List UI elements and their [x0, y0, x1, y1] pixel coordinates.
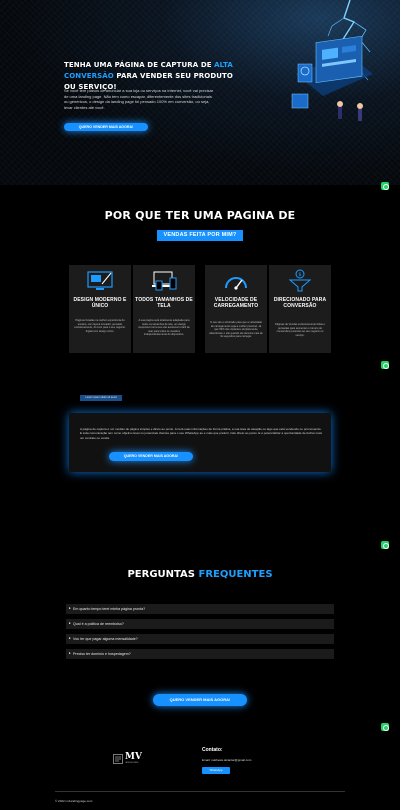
speedometer-icon — [225, 277, 247, 290]
whatsapp-float-icon[interactable] — [381, 541, 389, 549]
footer-divider — [55, 791, 345, 792]
why-title: Por que ter uma pagina de — [104, 209, 296, 222]
card-title: Todos tamanhos de tela — [135, 297, 193, 309]
feature-card-screens: Todos tamanhos de tela A sua página será… — [133, 265, 195, 353]
card-title: Direcionado para conversão — [273, 297, 327, 309]
faq-item[interactable]: ▸ Em quanto tempo terei minha página pro… — [66, 604, 334, 614]
hero-description: Se você tem planos de anunciar a sua loj… — [64, 88, 214, 110]
faq-question: Preciso ter domínio e hospedagem? — [73, 652, 131, 656]
faq-question: Vou ter que pagar alguma mensalidade? — [73, 637, 138, 641]
card-description: A sua página será totalmente adaptada pa… — [138, 319, 190, 337]
logo-mark-icon — [113, 754, 123, 764]
logo: MV LANDING PAGE — [113, 752, 142, 766]
feature-card-design: Design moderno e único Páginas focadas n… — [69, 265, 131, 353]
copyright: © 2022 mvlandingpage.com — [55, 799, 93, 803]
card-description: O seu site é otimizado para que a veloci… — [209, 321, 263, 339]
svg-text:$: $ — [298, 272, 301, 278]
feature-card-speed: Velocidade de carregamento O seu site é … — [205, 265, 267, 353]
info-text: A página de captura é um modelo de págin… — [80, 427, 322, 440]
card-description: Páginas de Vendas exclusivamente feitas … — [274, 323, 326, 337]
card-title: Velocidade de carregamento — [213, 297, 259, 309]
faq-title: Perguntas Frequentes — [127, 569, 273, 580]
dashboard-illustration-icon — [291, 35, 373, 121]
funnel-icon: $ — [288, 269, 312, 292]
faq-question: Em quanto tempo terei minha página pront… — [73, 607, 146, 611]
hero-section: Tenha uma página de captura de alta conv… — [0, 0, 400, 185]
faq-item[interactable]: ▸ Qual é a política de reembolso? — [66, 619, 334, 629]
whatsapp-float-icon[interactable] — [381, 182, 389, 190]
whatsapp-float-icon[interactable] — [381, 723, 389, 731]
contact-email[interactable]: Email: mathews.alcantar@gmail.com — [202, 758, 251, 762]
feature-card-conversion: $ Direcionado para conversão Páginas de … — [269, 265, 331, 353]
faq-question: Qual é a política de reembolso? — [73, 622, 124, 626]
chevron-right-icon: ▸ — [69, 636, 71, 640]
contact-title: Contato: — [202, 747, 223, 753]
logo-text: MV — [125, 752, 142, 762]
card-title: Design moderno e único — [73, 297, 127, 309]
why-subtitle: vendas feita por mim? — [157, 230, 243, 241]
whatsapp-button[interactable]: WhatsApp — [202, 767, 230, 774]
faq-item[interactable]: ▸ Preciso ter domínio e hospedagem? — [66, 649, 334, 659]
chevron-right-icon: ▸ — [69, 621, 71, 625]
chevron-right-icon: ▸ — [69, 651, 71, 655]
design-monitor-icon — [87, 271, 113, 290]
logo-subtext: LANDING PAGE — [125, 762, 139, 764]
faq-item[interactable]: ▸ Vou ter que pagar alguma mensalidade? — [66, 634, 334, 644]
chevron-right-icon: ▸ — [69, 606, 71, 610]
info-cta-button[interactable]: Quero vender mais agora! — [109, 452, 193, 461]
hero-cta-button[interactable]: Quero vender mais agora! — [64, 123, 148, 131]
faq-cta-button[interactable]: Quero vender mais agora! — [153, 694, 247, 706]
info-tag: Lorem ipsum dolor sit amet — [80, 395, 122, 401]
card-description: Páginas focadas na melhor experiência do… — [74, 319, 126, 333]
devices-icon — [152, 271, 177, 291]
whatsapp-float-icon[interactable] — [381, 361, 389, 369]
info-box: A página de captura é um modelo de págin… — [69, 413, 331, 472]
